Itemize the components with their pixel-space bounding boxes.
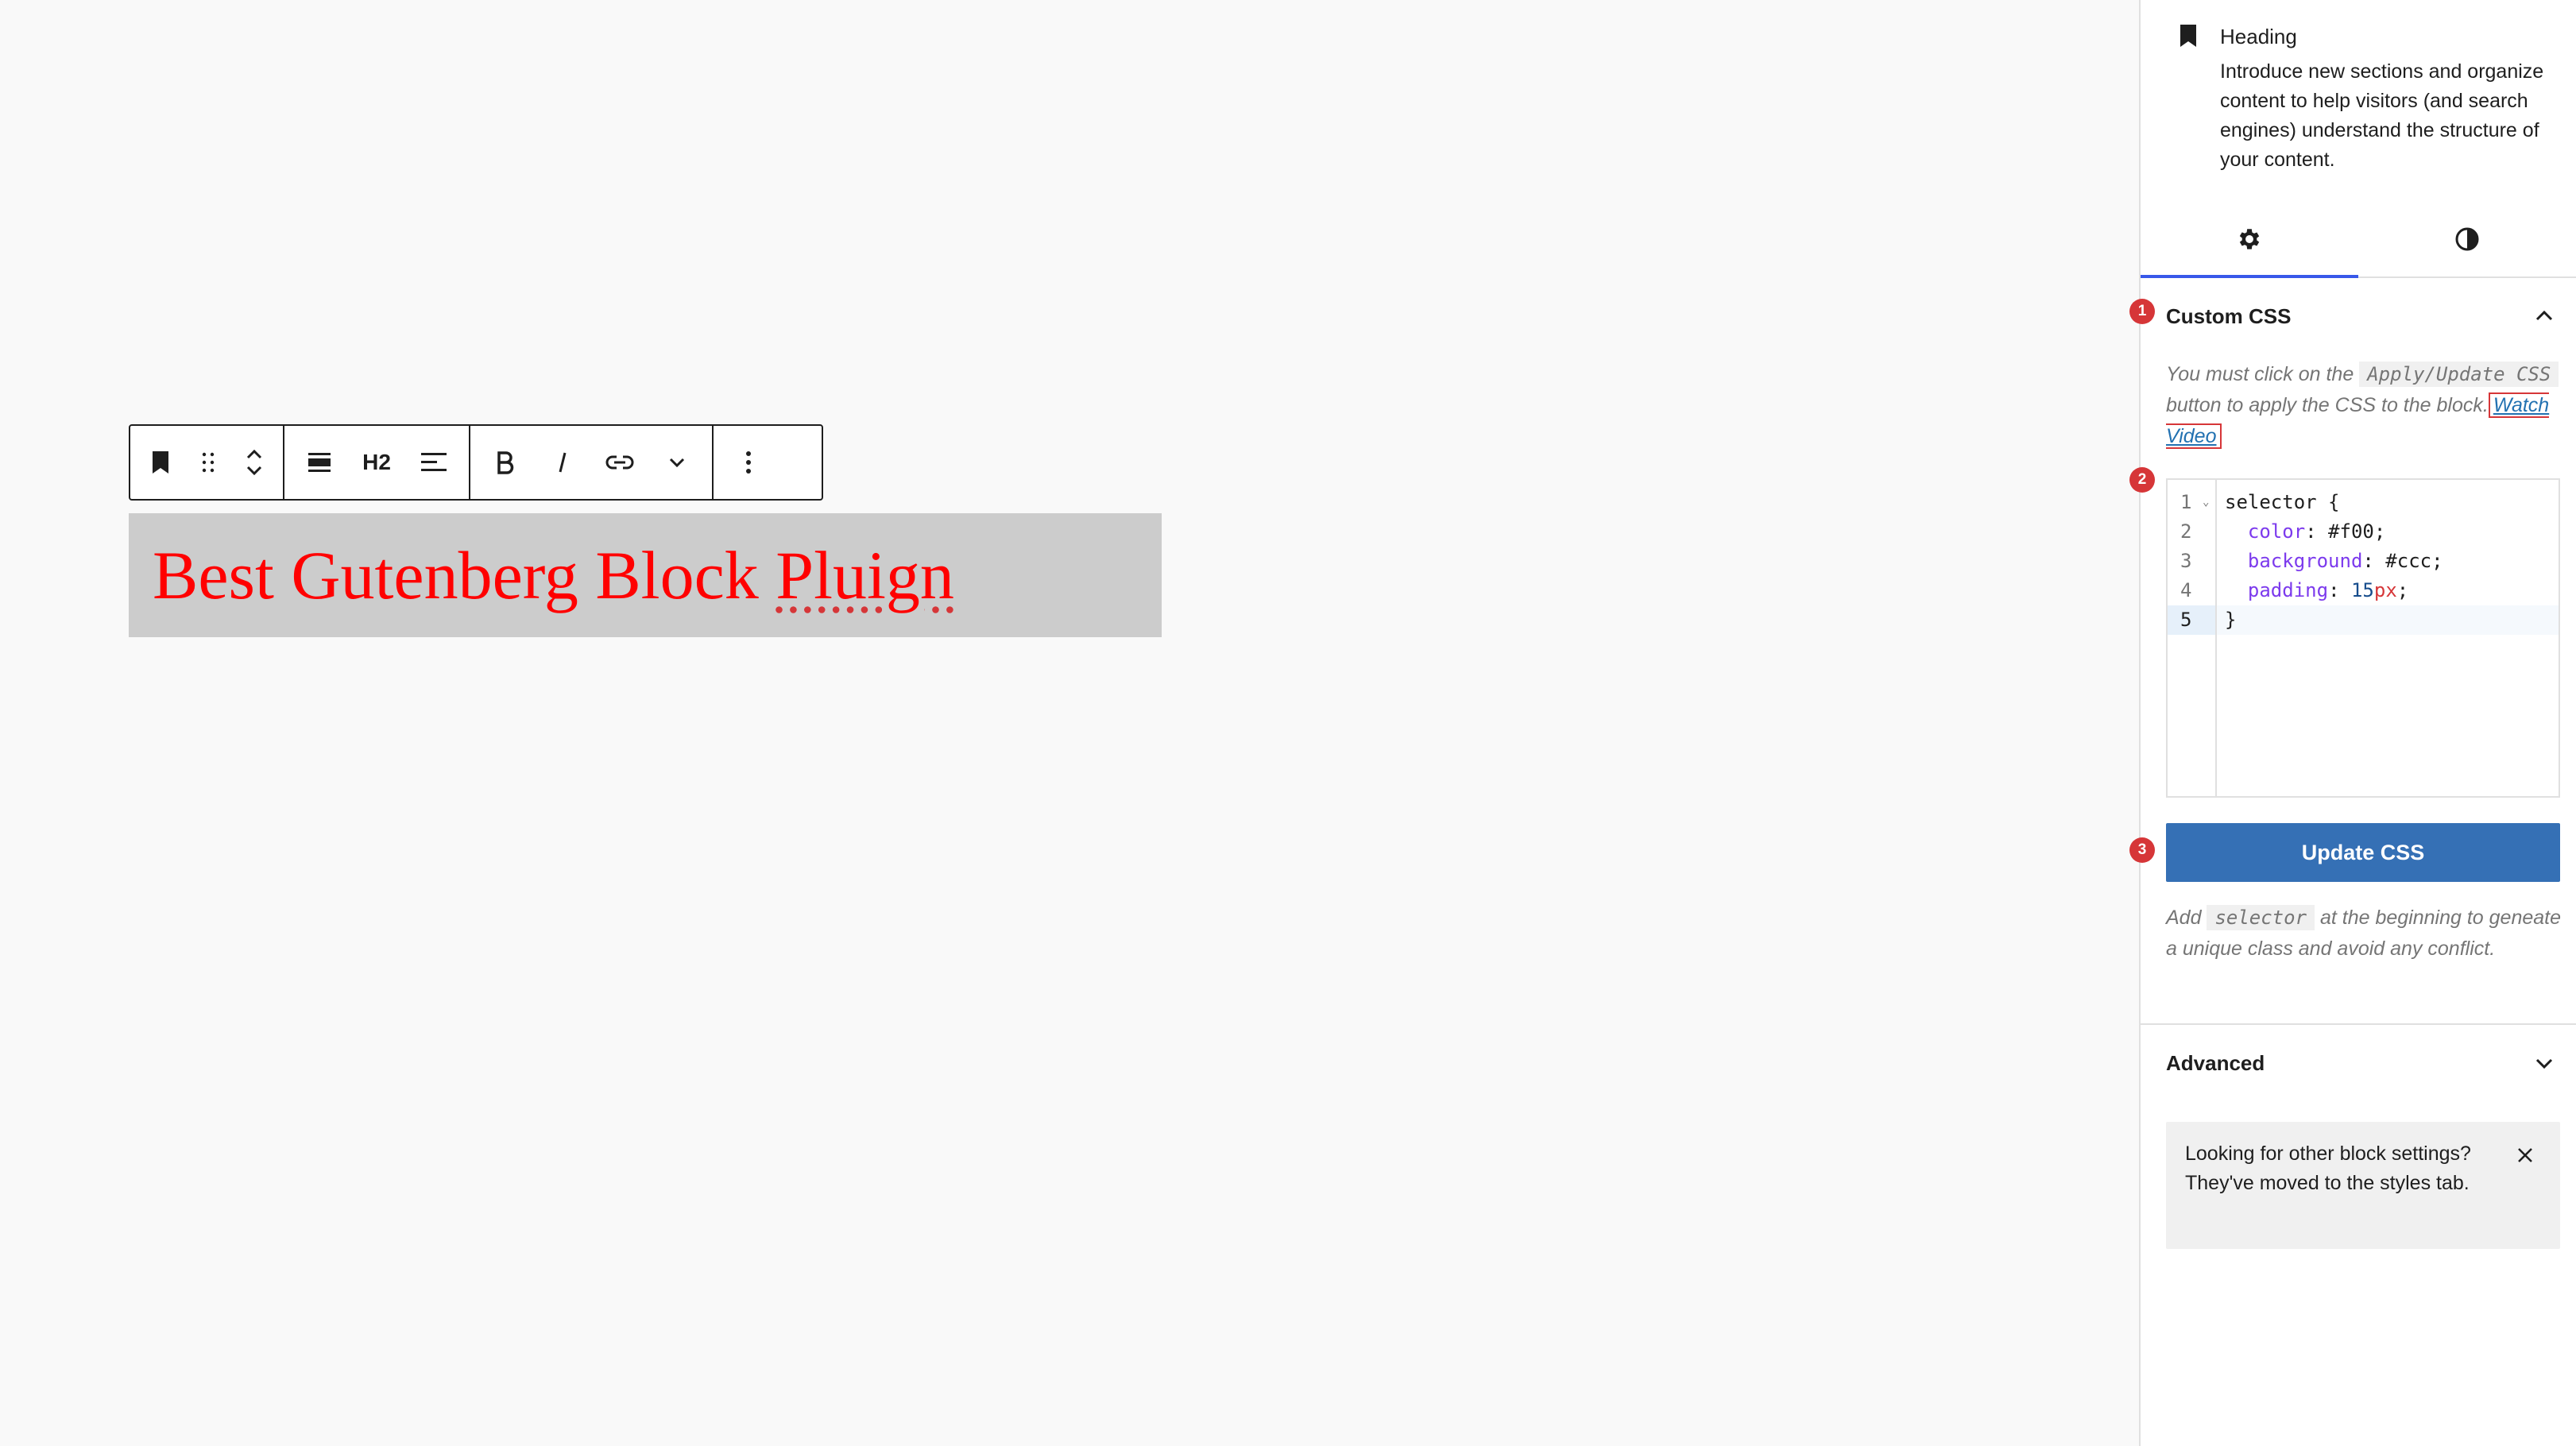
heading-bookmark-icon [2172,22,2204,54]
styles-moved-notice: Looking for other block settings? They'v… [2166,1122,2560,1249]
block-card: Heading Introduce new sections and organ… [2172,22,2554,175]
tab-settings[interactable] [2141,202,2358,278]
code-line-active: } [2217,605,2559,635]
hint-code: selector [2207,905,2315,930]
line-number-active: 5 [2168,605,2215,635]
step-badge-2: 2 [2129,467,2155,493]
code-line: padding: 15px; [2247,579,2409,601]
code-line: color: #f00; [2247,520,2386,543]
selector-hint-text: Add selector at the beginning to geneate… [2166,903,2563,965]
notice-text: Looking for other block settings? They'v… [2185,1142,2471,1194]
custom-css-panel-toggle[interactable]: 1 Custom CSS [2129,278,2576,354]
line-number: 1 ⌄ [2168,488,2215,517]
advanced-panel-title: Advanced [2166,1050,2265,1075]
css-code-editor[interactable]: 1 ⌄ 2 3 4 5 selector { color: #f00; backg… [2166,478,2560,798]
update-css-button[interactable]: Update CSS [2166,823,2560,882]
sidebar-tabs [2141,202,2576,278]
half-circle-styles-icon [2455,227,2479,251]
chevron-up-icon [2535,310,2553,321]
code-line: background: #ccc; [2247,550,2443,572]
line-number: 2 [2180,520,2192,543]
help-text-suffix: button to apply the CSS to the block. [2166,394,2489,416]
step-badge-3: 3 [2129,837,2155,863]
advanced-panel-toggle[interactable]: Advanced [2141,1025,2576,1101]
move-down-icon[interactable] [245,464,264,477]
link-icon[interactable] [591,426,648,499]
hint-prefix: Add [2166,907,2202,929]
editor-canvas: H2 Best Gutenberg Block Pluign [0,0,2139,1446]
heading-level-button[interactable]: H2 [348,426,405,499]
settings-sidebar: Heading Introduce new sections and organ… [2129,0,2576,1446]
custom-css-help-text: You must click on the Apply/Update CSS b… [2166,359,2563,452]
block-toolbar: H2 [129,424,823,501]
block-card-title: Heading [2220,25,2297,48]
custom-css-panel-title: Custom CSS [2166,304,2292,328]
italic-icon[interactable] [534,426,591,499]
block-mover [232,426,277,499]
chevron-down-icon [2535,1058,2553,1069]
line-number: 4 [2180,579,2192,601]
block-type-bookmark-icon[interactable] [137,426,184,499]
tab-styles[interactable] [2358,202,2576,276]
heading-level-label: H2 [362,450,391,474]
text-align-left-icon[interactable] [405,426,462,499]
bold-icon[interactable] [477,426,534,499]
block-card-description: Introduce new sections and organize cont… [2220,60,2544,171]
help-text-code: Apply/Update CSS [2359,362,2559,387]
drag-handle-icon[interactable] [184,426,232,499]
code-line: selector { [2225,491,2340,513]
heading-text-misspelled-word: Pluign [776,537,954,613]
heading-text[interactable]: Best Gutenberg Block Pluign [153,537,1138,613]
move-up-icon[interactable] [245,448,264,461]
block-card-content: Heading Introduce new sections and organ… [2220,22,2546,175]
line-number: 3 [2180,550,2192,572]
more-rich-text-chevron-down-icon[interactable] [648,426,706,499]
more-options-vertical-dots-icon[interactable] [720,426,777,499]
close-icon[interactable] [2509,1139,2541,1171]
toolbar-group-inline [470,426,714,499]
heading-text-main: Best Gutenberg Block [153,537,776,613]
heading-block[interactable]: Best Gutenberg Block Pluign [129,513,1162,637]
toolbar-group-format: H2 [284,426,470,499]
code-editor-gutter: 1 ⌄ 2 3 4 5 [2168,480,2217,796]
fold-chevron-icon[interactable]: ⌄ [2203,488,2209,517]
toolbar-group-options [714,426,783,499]
gear-icon [2239,229,2260,249]
align-wide-icon[interactable] [291,426,348,499]
step-badge-1: 1 [2129,299,2155,324]
code-editor-body[interactable]: selector { color: #f00; background: #ccc… [2217,480,2559,796]
toolbar-group-block [130,426,284,499]
help-text-prefix: You must click on the [2166,363,2354,385]
